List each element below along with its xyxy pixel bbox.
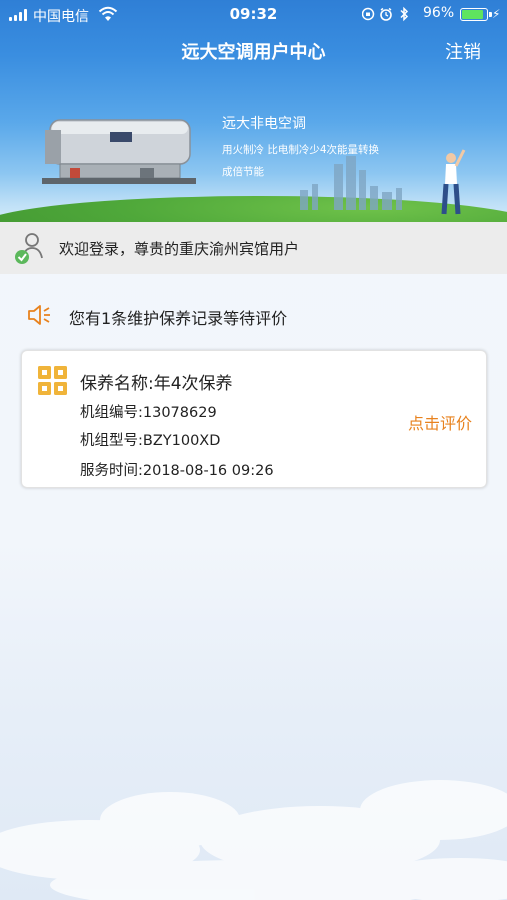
page-title: 远大空调用户中心 [181,42,326,63]
cloud-background [0,780,507,900]
rate-button[interactable]: 点击评价 [408,410,472,434]
verified-user-icon [15,233,43,264]
logout-button[interactable]: 注销 [445,38,481,64]
status-icons [362,6,409,22]
speaker-icon [28,305,50,325]
welcome-message: 欢迎登录，尊贵的重庆渝州宾馆用户 [59,240,300,258]
pending-review-notice: 您有1条维护保养记录等待评价 [69,309,288,328]
status-bar: 中国电信 09:32 96% ⚡ [0,0,507,30]
record-grid-icon [38,366,67,395]
service-time: 服务时间:2018-08-16 09:26 [80,463,274,479]
welcome-bar: 欢迎登录，尊贵的重庆渝州宾馆用户 [0,222,507,274]
charging-icon: ⚡ [492,7,501,21]
air-conditioner-unit-image [42,119,196,184]
maintenance-record-card[interactable]: 保养名称:年4次保养 机组编号:13078629 机组型号:BZY100XD 服… [21,350,487,488]
unit-model: 机组型号:BZY100XD [80,433,221,449]
battery-percent: 96% [423,5,455,21]
rotation-lock-icon [362,7,375,21]
header-banner: 中国电信 09:32 96% ⚡ 远大空调用户中心 注销 远大非电空调 用火制冷… [0,0,507,222]
battery-icon [460,8,492,21]
maintenance-name: 保养名称:年4次保养 [80,374,233,394]
banner-title: 远大非电空调 [222,116,306,132]
city-skyline-image [300,156,402,210]
person-image [441,149,466,215]
alarm-icon [380,7,392,21]
bluetooth-icon [400,6,409,22]
unit-number: 机组编号:13078629 [80,405,217,421]
banner-subslogan: 成倍节能 [222,166,264,178]
